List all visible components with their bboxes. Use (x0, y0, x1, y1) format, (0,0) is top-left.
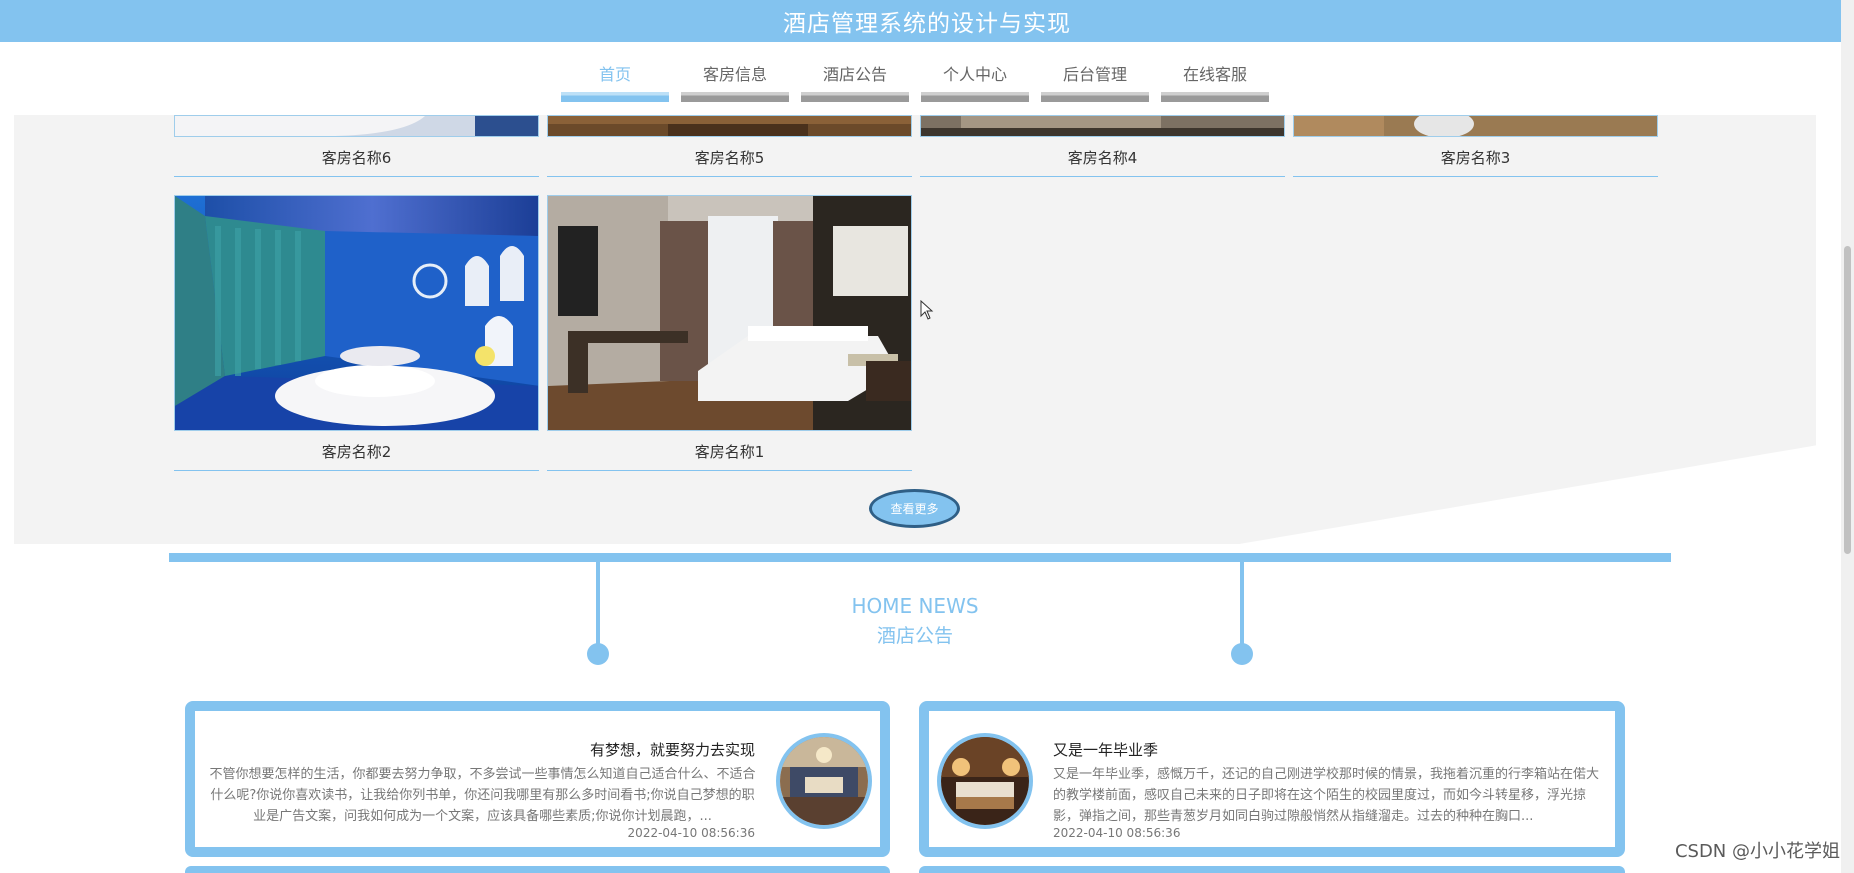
news-section-title-cn: 酒店公告 (876, 625, 953, 647)
nav-item-label: 客房信息 (702, 65, 767, 84)
room-card[interactable]: 客房名称4 (920, 115, 1285, 177)
room-card[interactable]: 客房名称5 (547, 115, 912, 177)
mouse-cursor-icon (920, 300, 934, 320)
nav-item-label: 个人中心 (942, 65, 1007, 84)
news-title[interactable]: 有梦想，就要努力去实现 (590, 739, 755, 760)
room-photo[interactable] (547, 115, 912, 137)
nav-item-label: 首页 (598, 65, 631, 84)
room-name: 客房名称1 (547, 431, 912, 471)
room-name: 客房名称3 (1293, 137, 1658, 177)
news-card[interactable]: 有梦想，就要努力去实现 不管你想要怎样的生活，你都要去努力争取，不多尝试一些事情… (185, 701, 890, 857)
news-excerpt: 又是一年毕业季，感慨万千，还记的自己刚进学校那时候的情景，我拖着沉重的行李箱站在… (1053, 767, 1600, 824)
nav-item-label: 酒店公告 (822, 65, 887, 84)
news-divider (169, 553, 1671, 562)
nav-item-label: 后台管理 (1062, 65, 1127, 84)
page-scrollbar[interactable] (1841, 0, 1854, 873)
nav-item-underline (681, 92, 789, 102)
nav-item-admin[interactable]: 后台管理 (1041, 58, 1149, 104)
room-photo[interactable] (547, 195, 912, 431)
watermark: CSDN @小小花学姐 (1674, 841, 1840, 862)
news-section-title-en: HOME NEWS (851, 594, 979, 618)
news-thumbnail[interactable] (937, 733, 1033, 829)
news-date: 2022-04-10 08:56:36 (1053, 826, 1181, 840)
room-name: 客房名称5 (547, 137, 912, 177)
news-card[interactable]: 又是一年毕业季 又是一年毕业季，感慨万千，还记的自己刚进学校那时候的情景，我拖着… (919, 701, 1625, 857)
view-more-button[interactable]: 查看更多 (869, 489, 960, 528)
room-card[interactable]: 客房名称6 (174, 115, 539, 177)
nav-item-underline (561, 92, 669, 102)
nav-item-label: 在线客服 (1182, 65, 1247, 84)
room-photo[interactable] (1293, 115, 1658, 137)
room-card[interactable]: 客房名称3 (1293, 115, 1658, 177)
room-card[interactable]: 客房名称2 (174, 195, 539, 471)
room-photo[interactable] (174, 195, 539, 431)
nav-item-underline (801, 92, 909, 102)
scrollbar-thumb[interactable] (1844, 246, 1851, 554)
nav-item-underline (1041, 92, 1149, 102)
nav-item-home[interactable]: 首页 (561, 58, 669, 104)
room-name: 客房名称2 (174, 431, 539, 471)
news-card-next-edge (185, 866, 890, 873)
site-title: 酒店管理系统的设计与实现 (783, 11, 1071, 37)
site-header: 酒店管理系统的设计与实现 (0, 0, 1854, 42)
news-thumbnail[interactable] (776, 733, 872, 829)
nav-item-rooms[interactable]: 客房信息 (681, 58, 789, 104)
news-title[interactable]: 又是一年毕业季 (1053, 739, 1158, 760)
news-excerpt: 不管你想要怎样的生活，你都要去努力争取，不多尝试一些事情怎么知道自己适合什么、不… (209, 767, 756, 824)
nav-item-notices[interactable]: 酒店公告 (801, 58, 909, 104)
room-name: 客房名称6 (174, 137, 539, 177)
room-card[interactable]: 客房名称1 (547, 195, 912, 471)
news-card-next-edge (919, 866, 1625, 873)
main-nav: 首页 客房信息 酒店公告 个人中心 后台管理 在线客服 (561, 58, 1281, 104)
room-photo[interactable] (174, 115, 539, 137)
nav-item-profile[interactable]: 个人中心 (921, 58, 1029, 104)
room-photo[interactable] (920, 115, 1285, 137)
nav-item-underline (921, 92, 1029, 102)
news-date: 2022-04-10 08:56:36 (627, 826, 755, 840)
room-name: 客房名称4 (920, 137, 1285, 177)
nav-item-chat[interactable]: 在线客服 (1161, 58, 1269, 104)
nav-item-underline (1161, 92, 1269, 102)
